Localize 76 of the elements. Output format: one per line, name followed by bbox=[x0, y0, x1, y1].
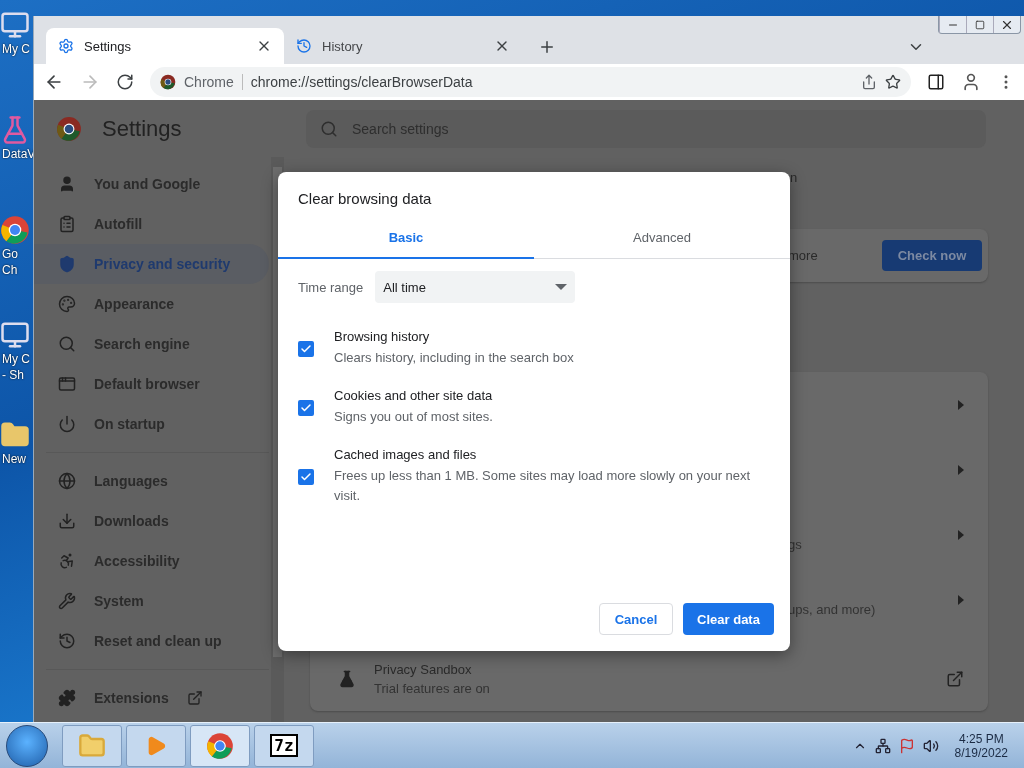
accessibility-icon bbox=[58, 552, 76, 570]
checkbox[interactable] bbox=[298, 399, 314, 416]
computer-icon[interactable] bbox=[0, 320, 30, 350]
option-title: Browsing history bbox=[334, 329, 431, 344]
download-icon bbox=[58, 512, 76, 530]
maximize-icon bbox=[975, 19, 985, 30]
history-icon bbox=[296, 38, 312, 54]
wrench-icon bbox=[58, 592, 76, 610]
external-link-icon bbox=[186, 690, 203, 706]
reload-icon[interactable] bbox=[116, 73, 134, 91]
desktop-icon-label[interactable]: New bbox=[0, 452, 26, 466]
option-title: Cached images and files bbox=[334, 447, 478, 462]
puzzle-icon bbox=[58, 689, 76, 707]
check-icon bbox=[300, 342, 312, 355]
check-now-button[interactable]: Check now bbox=[881, 240, 983, 271]
dialog-tab[interactable]: Basic bbox=[278, 217, 534, 259]
speaker-icon[interactable] bbox=[922, 737, 939, 754]
triangle-right-icon[interactable] bbox=[958, 399, 964, 410]
time-range-dropdown[interactable]: All time bbox=[375, 271, 576, 303]
option-description: Clears history, including in the search box bbox=[334, 349, 575, 367]
search-icon bbox=[320, 119, 338, 138]
row-title: Privacy Sandbox bbox=[374, 661, 473, 677]
desktop-icon-label[interactable]: My C bbox=[0, 42, 30, 56]
desktop-icon-label[interactable]: My C bbox=[0, 352, 30, 366]
shield-icon bbox=[58, 255, 76, 273]
triangle-right-icon[interactable] bbox=[958, 594, 964, 605]
dialog-tab[interactable]: Advanced bbox=[534, 217, 790, 259]
archiver-taskbar-button[interactable]: 7z bbox=[254, 724, 314, 767]
side-panel-icon[interactable] bbox=[927, 73, 945, 91]
cancel-button[interactable]: Cancel bbox=[599, 603, 673, 635]
triangle-right-icon[interactable] bbox=[958, 464, 964, 475]
computer-icon[interactable] bbox=[0, 10, 30, 40]
option-title: Cookies and other site data bbox=[334, 388, 494, 403]
browser-window-icon bbox=[58, 375, 76, 393]
folder-icon bbox=[78, 731, 106, 760]
chrome-shortcut-icon bbox=[0, 215, 30, 245]
chrome-logo-icon bbox=[206, 731, 234, 760]
browser-tab[interactable]: Settings bbox=[46, 28, 284, 64]
person-icon bbox=[58, 175, 76, 193]
palette-icon bbox=[58, 295, 76, 313]
option-description: Frees up less than 1 MB. Some sites may load more slowly on your next visit. bbox=[334, 467, 752, 505]
search-icon bbox=[58, 335, 76, 353]
clock[interactable]: 4:25 PM 8/19/2022 bbox=[954, 731, 1018, 760]
gear-icon bbox=[58, 38, 74, 54]
triangle-right-icon[interactable] bbox=[958, 529, 964, 540]
star-icon[interactable] bbox=[885, 74, 901, 90]
history-icon bbox=[58, 632, 76, 650]
start-button[interactable] bbox=[6, 724, 48, 767]
desktop-icon-label[interactable]: Go bbox=[0, 247, 18, 261]
profile-icon[interactable] bbox=[961, 72, 981, 92]
flag-icon[interactable] bbox=[898, 737, 915, 754]
address-bar[interactable]: Chrome chrome://settings/clearBrowserData bbox=[150, 67, 911, 97]
flask-icon bbox=[338, 669, 356, 688]
globe-icon bbox=[58, 472, 76, 490]
chrome-taskbar-button[interactable] bbox=[190, 724, 250, 767]
caret-icon bbox=[555, 284, 568, 290]
share-icon[interactable] bbox=[861, 74, 877, 90]
external-link-icon[interactable] bbox=[946, 669, 964, 688]
chrome-logo-icon bbox=[56, 115, 82, 142]
dialog-title: Clear browsing data bbox=[298, 190, 433, 207]
field-label: Time range bbox=[298, 279, 364, 295]
new-tab-icon[interactable] bbox=[538, 38, 556, 56]
page-title: Settings bbox=[102, 115, 182, 142]
network-icon[interactable] bbox=[874, 737, 891, 754]
browser-tab[interactable]: History bbox=[284, 28, 522, 64]
check-icon bbox=[300, 470, 312, 483]
desktop-icon-label[interactable]: - Sh bbox=[0, 368, 24, 382]
desktop-icon-label[interactable]: Ch bbox=[0, 263, 18, 277]
clipboard-icon bbox=[58, 215, 76, 233]
check-icon bbox=[300, 401, 312, 414]
chrome-logo-icon bbox=[160, 74, 176, 90]
power-icon bbox=[58, 415, 76, 433]
checkbox[interactable] bbox=[298, 340, 314, 357]
option-description: Signs you out of most sites. bbox=[334, 408, 494, 426]
checkbox[interactable] bbox=[298, 468, 314, 485]
clear-data-button[interactable]: Clear data bbox=[683, 603, 774, 635]
